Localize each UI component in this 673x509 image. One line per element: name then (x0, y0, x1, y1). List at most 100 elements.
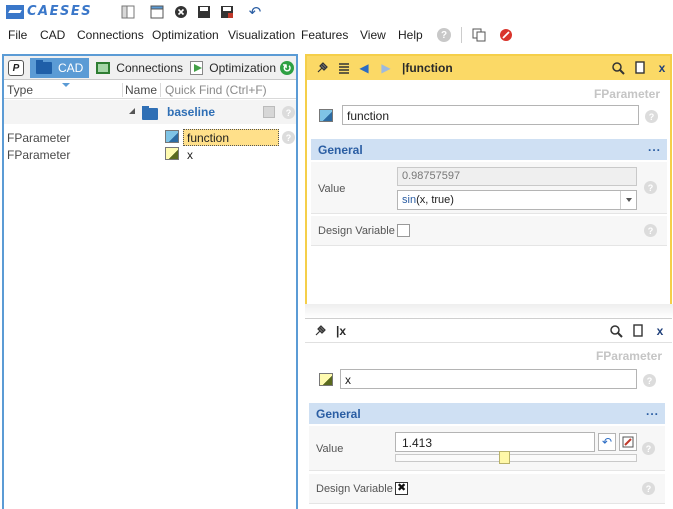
slider-handle[interactable] (499, 451, 510, 464)
parameter-yellow-icon (165, 147, 179, 160)
logo-mark-icon (6, 4, 24, 19)
design-variable-checkbox[interactable] (397, 224, 410, 237)
help-icon[interactable]: ? (644, 181, 657, 194)
editor-title: |x (336, 324, 347, 338)
panel-layout-icon[interactable] (121, 5, 135, 19)
menu-view[interactable]: View (360, 28, 386, 42)
expression-args: (x, true) (416, 194, 454, 206)
column-name[interactable]: Name (125, 83, 157, 97)
value-result: 0.98757597 (397, 167, 637, 186)
new-project-icon[interactable] (150, 5, 164, 19)
section-more-button[interactable]: ... (648, 140, 661, 154)
undo-icon[interactable]: ↶ (248, 4, 262, 21)
parameter-blue-icon (165, 130, 179, 143)
menu-connections[interactable]: Connections (77, 28, 144, 42)
copy-icon[interactable] (631, 324, 645, 338)
forward-icon[interactable]: ▶ (379, 61, 393, 75)
name-input[interactable]: function (342, 105, 639, 125)
help-icon[interactable]: ? (643, 374, 656, 387)
help-icon[interactable]: ? (437, 28, 451, 42)
property-label: Value (318, 183, 346, 195)
edit-icon[interactable] (619, 433, 637, 451)
sort-indicator-icon (62, 83, 70, 87)
title-bar: CAESES ↶ (0, 0, 673, 24)
close-icon[interactable]: x (655, 61, 669, 75)
tab-cad[interactable]: CAD (30, 58, 89, 78)
value-input[interactable]: 1.413 (395, 432, 595, 452)
tab-connections[interactable]: Connections (90, 58, 183, 78)
expand-arrow-icon[interactable] (129, 108, 135, 114)
design-variable-checkbox[interactable] (395, 481, 408, 495)
menu-help[interactable]: Help (398, 28, 423, 42)
tree-row-x[interactable]: FParameter x (4, 146, 296, 163)
tab-connections-label: Connections (116, 61, 183, 75)
pin-icon[interactable] (313, 324, 327, 338)
property-label: Design Variable (318, 225, 395, 237)
help-icon[interactable]: ? (282, 131, 295, 144)
help-icon[interactable]: ? (642, 442, 655, 455)
group-label: baseline (167, 105, 216, 119)
save-as-icon[interactable] (220, 5, 234, 19)
pin-icon[interactable] (315, 61, 329, 75)
play-icon (190, 61, 204, 75)
back-icon[interactable]: ◀ (357, 61, 371, 75)
copy-icon[interactable] (633, 61, 647, 75)
property-label: Design Variable (316, 483, 393, 495)
tree-group-baseline[interactable]: baseline ? (4, 100, 296, 124)
chevron-down-icon[interactable] (620, 191, 636, 209)
tab-optimization[interactable]: Optimization (184, 58, 276, 78)
tab-cad-label: CAD (58, 61, 84, 75)
column-separator (160, 83, 161, 97)
property-value: Value 1.413 ↶ ? (309, 426, 665, 471)
type-label: FParameter (593, 87, 660, 101)
menu-cad[interactable]: CAD (40, 28, 65, 42)
type-label: FParameter (595, 349, 662, 363)
menu-file[interactable]: File (8, 28, 27, 42)
section-more-button[interactable]: ... (646, 404, 659, 418)
monitor-icon (96, 62, 111, 74)
search-icon[interactable] (611, 61, 625, 75)
name-input[interactable]: x (340, 369, 637, 389)
parameter-blue-icon (319, 109, 333, 122)
value-slider[interactable] (395, 451, 637, 464)
expression-input[interactable]: sin(x, true) (397, 190, 637, 210)
menu-features[interactable]: Features (301, 28, 348, 42)
column-type[interactable]: Type (7, 83, 33, 97)
list-icon[interactable] (337, 61, 351, 75)
property-design-variable: Design Variable ? (311, 216, 667, 246)
section-general[interactable]: General ... (309, 403, 665, 424)
row-name[interactable]: x (187, 148, 193, 162)
tab-optimization-label: Optimization (209, 61, 276, 75)
save-icon[interactable] (197, 5, 211, 19)
property-label: Value (316, 443, 344, 455)
stop-icon[interactable] (499, 28, 513, 45)
parameter-filter-icon[interactable]: P (8, 60, 24, 76)
help-icon[interactable]: ? (644, 224, 657, 237)
tree-row-function[interactable]: FParameter function ? (4, 129, 296, 146)
close-project-icon[interactable] (174, 5, 188, 19)
menu-visualization[interactable]: Visualization (228, 28, 295, 42)
parameter-yellow-icon (319, 373, 333, 386)
section-general[interactable]: General ... (311, 139, 667, 160)
reset-icon[interactable]: ↶ (598, 433, 616, 451)
windows-icon[interactable] (472, 28, 486, 45)
expression-function: sin (402, 194, 417, 206)
app-logo: CAESES (6, 3, 92, 20)
help-icon[interactable]: ? (645, 110, 658, 123)
close-icon[interactable]: x (653, 324, 667, 338)
panel-splitter[interactable] (305, 304, 673, 318)
editor-function: ◀ ▶ |function x FParameter function ? Ge… (305, 54, 672, 304)
refresh-icon[interactable]: ↻ (280, 61, 294, 75)
menu-optimization[interactable]: Optimization (152, 28, 219, 42)
quick-find-input[interactable]: Quick Find (Ctrl+F) (165, 83, 267, 97)
editor-x: |x x FParameter x ? General ... Value 1.… (305, 318, 672, 509)
section-title: General (316, 407, 361, 421)
group-type-icon (263, 106, 275, 118)
row-name-selected[interactable]: function (183, 129, 279, 146)
help-icon[interactable]: ? (282, 106, 295, 119)
tree-tab-bar: P CAD Connections Optimization ↻ (4, 56, 296, 80)
search-icon[interactable] (609, 324, 623, 338)
property-design-variable: Design Variable ? (309, 474, 665, 504)
property-value: Value 0.98757597 sin(x, true) ? (311, 162, 667, 214)
help-icon[interactable]: ? (642, 482, 655, 495)
